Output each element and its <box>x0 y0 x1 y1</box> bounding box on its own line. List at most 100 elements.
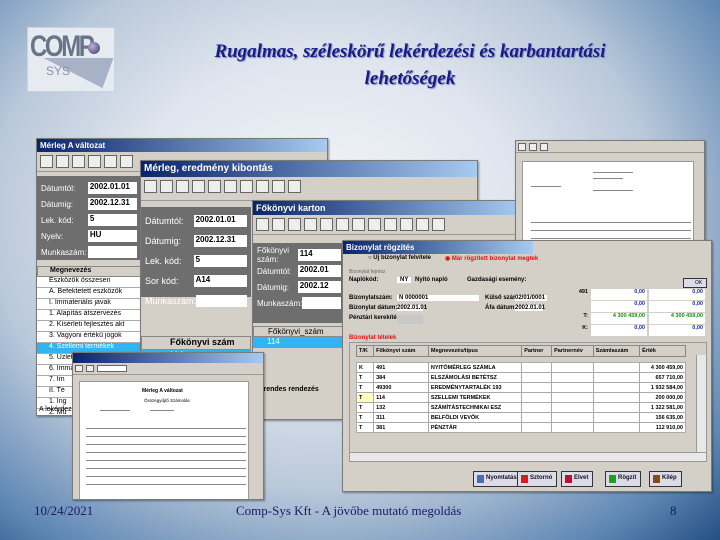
table-cell: 1 322 581,00 <box>639 402 686 413</box>
column-header[interactable]: Számlaszám <box>592 345 641 357</box>
table-cell <box>551 372 594 383</box>
table-cell: 381 <box>373 422 429 433</box>
totals-row: 0,00 0,00 <box>561 301 707 312</box>
column-header: Főkönyvi szám <box>141 336 251 350</box>
form-row: Dátumtól: 2002.01.01 <box>145 211 247 231</box>
table-cell: PÉNZTÁR <box>427 422 523 433</box>
field-value[interactable]: 2002.01.01 <box>193 215 247 227</box>
toolbar <box>253 215 521 235</box>
column-header[interactable]: Megnevezés/típus <box>427 345 523 357</box>
table-cell <box>521 372 553 383</box>
table-row[interactable]: 114 <box>253 337 345 348</box>
field-value[interactable]: 2002.01 <box>297 265 341 277</box>
table-cell: T <box>355 372 375 383</box>
table-cell <box>521 362 553 373</box>
column-header[interactable]: Partnernév <box>551 345 594 357</box>
table-cell: 657 710,00 <box>639 372 686 383</box>
column-header[interactable]: Érték <box>639 345 686 357</box>
table-cell <box>521 392 553 403</box>
field-value[interactable]: 5 <box>193 255 247 267</box>
table-cell: BELFÖLDI VEVŐK <box>427 412 523 423</box>
report-page: Mérleg A változat Összegyűjtő Számolás <box>79 381 249 499</box>
naplokod-field[interactable]: NY <box>397 277 412 283</box>
form-row: Dátumig: 2002.12.31 <box>41 196 137 212</box>
table-row[interactable]: T 311 BELFÖLDI VEVŐK 156 635,00 <box>355 412 686 423</box>
table-row[interactable]: T 132 SZÁMÍTÁSTECHNIKAI ESZ 1 322 581,00 <box>355 402 686 413</box>
field-value[interactable] <box>196 295 247 307</box>
kulso-szam-field[interactable]: 02/01/0001 <box>515 295 547 301</box>
rögzít-button[interactable]: Rögzít <box>605 471 642 487</box>
table-row[interactable]: T 381 PÉNZTÁR 112 910,00 <box>355 422 686 433</box>
window-bizonylat-rogzites: Bizonylat rögzítés ○ Új bizonylat felvit… <box>342 240 712 492</box>
table-row[interactable]: T 384 ELSZÁMOLÁSI BETÉTSZ 657 710,00 <box>355 372 686 383</box>
sztornó-button[interactable]: Sztornó <box>517 471 558 487</box>
field-value[interactable] <box>87 246 137 258</box>
kilép-button[interactable]: Kilép <box>649 471 682 487</box>
slide-title: Rugalmas, széleskörű lekérdezési és karb… <box>214 41 606 89</box>
column-header[interactable]: Partner <box>521 345 553 357</box>
page-number: 8 <box>670 503 677 518</box>
radio-new[interactable]: ○ Új bizonylat felvitele <box>368 255 431 262</box>
ok-button[interactable]: OK <box>683 278 707 288</box>
field-value[interactable]: 114 <box>297 249 341 261</box>
table-cell <box>521 412 553 423</box>
toolbar <box>141 177 477 201</box>
column-header: Főkönyvi_szám <box>253 326 345 337</box>
field-value[interactable]: 2002.12.31 <box>87 198 137 210</box>
table-cell: NYITÓMÉRLEG SZÁMLA <box>427 362 523 373</box>
table-cell <box>521 422 553 433</box>
table-cell <box>551 422 594 433</box>
list-item[interactable]: I. Immateriális javak <box>37 299 141 310</box>
column-header[interactable]: T/K <box>355 345 375 357</box>
list-item[interactable]: 1. Alapítás átszervezés <box>37 310 141 321</box>
form-row: Lek. kód: 5 <box>41 212 137 228</box>
table-cell <box>592 412 641 423</box>
list-item[interactable]: 3. Vagyoni értékű jogok <box>37 332 141 343</box>
field-value[interactable] <box>302 297 341 309</box>
bizonylatszam-field[interactable]: N 0000001 <box>397 295 479 301</box>
nyomtatás-button[interactable]: Nyomtatás <box>473 471 522 487</box>
table-cell: 4 300 459,00 <box>639 362 686 373</box>
list-header: Megnevezés <box>37 266 141 277</box>
table-cell: 132 <box>373 402 429 413</box>
status-bar: A lekérdez <box>39 406 72 413</box>
form-row: Főkönyvi szám: 114 <box>257 246 341 264</box>
horizontal-scrollbar[interactable] <box>350 452 706 461</box>
table-cell <box>592 372 641 383</box>
afa-datum-field[interactable]: 2002.01.01 <box>515 305 545 311</box>
field-value[interactable]: 2002.01.01 <box>87 182 137 194</box>
filter-form: Dátumtól: 2002.01.01 Dátumig: 2002.12.31 Lek… <box>141 207 251 307</box>
form-row: Dátumtól: 2002.01 <box>257 263 341 279</box>
table-row[interactable]: T 49300 EREDMÉNYTARTALÉK 193 1 932 584,00 <box>355 382 686 393</box>
field-value[interactable]: A14 <box>193 275 247 287</box>
datum-field[interactable]: 2002.01.01 <box>397 305 427 311</box>
table-cell <box>551 412 594 423</box>
table-cell: T <box>355 422 375 433</box>
table-cell <box>551 382 594 393</box>
column-header[interactable]: Főkönyvi szám <box>373 345 429 357</box>
table-cell <box>592 402 641 413</box>
title-bar[interactable]: Főkönyvi karton <box>253 201 521 215</box>
filter-form: Dátumtól: 2002.01.01 Dátumig: 2002.12.31 Lek… <box>37 176 141 260</box>
title-bar[interactable]: Mérleg A változat <box>37 139 327 152</box>
table-cell <box>551 392 594 403</box>
form-row: Dátumig: 2002.12 <box>257 279 341 295</box>
table-cell: 156 635,00 <box>639 412 686 423</box>
table-row[interactable]: T 114 SZELLEMI TERMÉKEK 200 000,00 <box>355 392 686 403</box>
field-value[interactable]: 2002.12 <box>297 281 341 293</box>
form-row: Munkaszám: <box>41 244 137 260</box>
elvet-button[interactable]: Elvet <box>561 471 594 487</box>
title-bar[interactable]: Mérleg, eredmény kibontás <box>141 161 477 177</box>
title-bar[interactable]: Bizonylat rögzítés <box>343 241 533 254</box>
table-cell: K <box>355 362 375 373</box>
list-item[interactable]: A. Befektetett eszközök <box>37 288 141 299</box>
field-value[interactable]: HU <box>87 230 137 242</box>
table-row[interactable]: K 491 NYITÓMÉRLEG SZÁMLA 4 300 459,00 <box>355 362 686 373</box>
list-item[interactable]: Eszközök összesen <box>37 277 141 288</box>
field-value[interactable]: 2002.12.31 <box>193 235 247 247</box>
list-item[interactable]: 2. Kísérleti fejlesztés akt <box>37 321 141 332</box>
field-value[interactable]: 5 <box>87 214 137 226</box>
table-cell <box>592 382 641 393</box>
vertical-scrollbar[interactable] <box>696 355 706 455</box>
radio-existing[interactable]: ◉ Már rögzített bizonylat megtek <box>445 255 538 262</box>
